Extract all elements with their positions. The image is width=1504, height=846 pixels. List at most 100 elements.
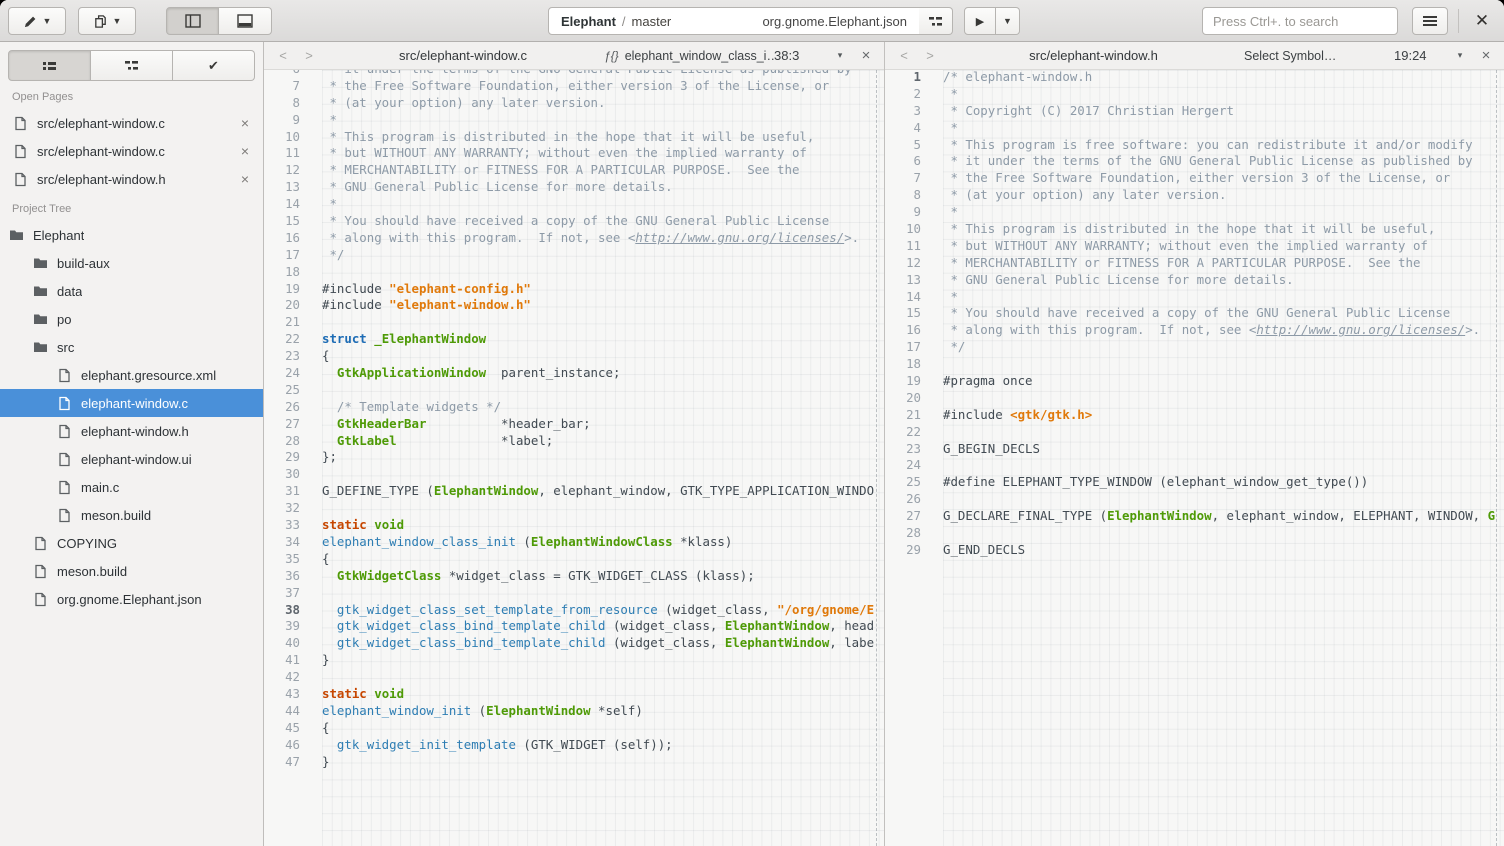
run-options-button[interactable]: ▼ bbox=[996, 7, 1020, 35]
source-editor[interactable]: 6 * it under the terms of the GNU Genera… bbox=[264, 70, 884, 846]
code-line[interactable]: 7 * the Free Software Foundation, either… bbox=[264, 78, 884, 95]
code-line[interactable]: 11 * but WITHOUT ANY WARRANTY; without e… bbox=[885, 238, 1504, 255]
sidebar-tab-build[interactable] bbox=[91, 50, 173, 81]
code-line[interactable]: 3 * Copyright (C) 2017 Christian Hergert bbox=[885, 103, 1504, 120]
code-line[interactable]: 2 * bbox=[885, 86, 1504, 103]
code-line[interactable]: 25 bbox=[264, 382, 884, 399]
code-line[interactable]: 36 GtkWidgetClass *widget_class = GTK_WI… bbox=[264, 568, 884, 585]
tree-item[interactable]: meson.build bbox=[0, 501, 263, 529]
code-line[interactable]: 43static void bbox=[264, 686, 884, 703]
nav-back-button[interactable]: < bbox=[270, 48, 296, 63]
code-line[interactable]: 12 * MERCHANTABILITY or FITNESS FOR A PA… bbox=[264, 162, 884, 179]
code-line[interactable]: 13 * GNU General Public License for more… bbox=[885, 272, 1504, 289]
code-line[interactable]: 13 * GNU General Public License for more… bbox=[264, 179, 884, 196]
code-line[interactable]: 8 * (at your option) any later version. bbox=[264, 95, 884, 112]
toggle-left-panel-button[interactable] bbox=[166, 7, 219, 35]
code-line[interactable]: 14 * bbox=[264, 196, 884, 213]
code-line[interactable]: 46 gtk_widget_init_template (GTK_WIDGET … bbox=[264, 737, 884, 754]
pane-options-button[interactable]: ▾ bbox=[1446, 50, 1474, 61]
code-line[interactable]: 9 * bbox=[264, 112, 884, 129]
code-line[interactable]: 30 bbox=[264, 466, 884, 483]
code-line[interactable]: 23{ bbox=[264, 348, 884, 365]
run-button[interactable]: ▶ bbox=[964, 7, 996, 35]
code-line[interactable]: 28 bbox=[885, 525, 1504, 542]
code-line[interactable]: 40 gtk_widget_class_bind_template_child … bbox=[264, 635, 884, 652]
code-line[interactable]: 6 * it under the terms of the GNU Genera… bbox=[264, 70, 884, 78]
code-line[interactable]: 38 gtk_widget_class_set_template_from_re… bbox=[264, 602, 884, 619]
code-line[interactable]: 14 * bbox=[885, 289, 1504, 306]
symbol-selector-button[interactable]: Select Symbol… bbox=[1244, 49, 1394, 63]
code-line[interactable]: 33static void bbox=[264, 517, 884, 534]
code-line[interactable]: 18 bbox=[885, 356, 1504, 373]
code-line[interactable]: 34elephant_window_class_init (ElephantWi… bbox=[264, 534, 884, 551]
tree-item[interactable]: main.c bbox=[0, 473, 263, 501]
tree-item[interactable]: elephant-window.ui bbox=[0, 445, 263, 473]
code-line[interactable]: 10 * This program is distributed in the … bbox=[885, 221, 1504, 238]
code-line[interactable]: 11 * but WITHOUT ANY WARRANTY; without e… bbox=[264, 145, 884, 162]
code-line[interactable]: 35{ bbox=[264, 551, 884, 568]
omnibar[interactable]: Elephant / master org.gnome.Elephant.jso… bbox=[548, 7, 920, 35]
code-line[interactable]: 9 * bbox=[885, 204, 1504, 221]
tree-item[interactable]: org.gnome.Elephant.json bbox=[0, 585, 263, 613]
window-close-button[interactable]: ✕ bbox=[1468, 8, 1496, 34]
code-line[interactable]: 16 * along with this program. If not, se… bbox=[885, 322, 1504, 339]
code-line[interactable]: 5 * This program is free software: you c… bbox=[885, 137, 1504, 154]
code-line[interactable]: 42 bbox=[264, 669, 884, 686]
code-line[interactable]: 1/* elephant-window.h bbox=[885, 70, 1504, 86]
build-preferences-button[interactable] bbox=[919, 7, 953, 35]
code-line[interactable]: 28 GtkLabel *label; bbox=[264, 433, 884, 450]
symbol-selector-button[interactable]: ƒ{} elephant_window_class_i… bbox=[604, 49, 774, 63]
open-page-item[interactable]: src/elephant-window.c× bbox=[0, 137, 263, 165]
code-line[interactable]: 17 */ bbox=[885, 339, 1504, 356]
code-line[interactable]: 29}; bbox=[264, 449, 884, 466]
code-line[interactable]: 19#include "elephant-config.h" bbox=[264, 281, 884, 298]
code-line[interactable]: 15 * You should have received a copy of … bbox=[885, 305, 1504, 322]
code-line[interactable]: 16 * along with this program. If not, se… bbox=[264, 230, 884, 247]
nav-forward-button[interactable]: > bbox=[917, 48, 943, 63]
code-line[interactable]: 21 bbox=[264, 314, 884, 331]
code-line[interactable]: 32 bbox=[264, 500, 884, 517]
code-line[interactable]: 12 * MERCHANTABILITY or FITNESS FOR A PA… bbox=[885, 255, 1504, 272]
code-line[interactable]: 10 * This program is distributed in the … bbox=[264, 129, 884, 146]
tree-item[interactable]: src bbox=[0, 333, 263, 361]
code-line[interactable]: 4 * bbox=[885, 120, 1504, 137]
code-line[interactable]: 44elephant_window_init (ElephantWindow *… bbox=[264, 703, 884, 720]
perspective-button[interactable]: ▼ bbox=[8, 7, 66, 35]
code-line[interactable]: 26 bbox=[885, 491, 1504, 508]
pane-close-button[interactable]: × bbox=[854, 47, 878, 64]
toggle-bottom-panel-button[interactable] bbox=[219, 7, 272, 35]
pane-close-button[interactable]: × bbox=[1474, 47, 1498, 64]
menu-button[interactable] bbox=[1412, 7, 1448, 35]
close-page-button[interactable]: × bbox=[235, 115, 255, 131]
tree-item[interactable]: meson.build bbox=[0, 557, 263, 585]
pane-options-button[interactable]: ▾ bbox=[826, 50, 854, 61]
code-line[interactable]: 39 gtk_widget_class_bind_template_child … bbox=[264, 618, 884, 635]
code-line[interactable]: 45{ bbox=[264, 720, 884, 737]
code-line[interactable]: 24 bbox=[885, 457, 1504, 474]
tree-item[interactable]: build-aux bbox=[0, 249, 263, 277]
code-line[interactable]: 29G_END_DECLS bbox=[885, 542, 1504, 559]
sidebar-tab-tasks[interactable]: ✔ bbox=[173, 50, 255, 81]
search-input[interactable]: Press Ctrl+. to search bbox=[1202, 7, 1398, 35]
code-line[interactable]: 24 GtkApplicationWindow parent_instance; bbox=[264, 365, 884, 382]
code-line[interactable]: 27G_DECLARE_FINAL_TYPE (ElephantWindow, … bbox=[885, 508, 1504, 525]
code-line[interactable]: 8 * (at your option) any later version. bbox=[885, 187, 1504, 204]
open-page-item[interactable]: src/elephant-window.c× bbox=[0, 109, 263, 137]
close-page-button[interactable]: × bbox=[235, 143, 255, 159]
tree-item[interactable]: COPYING bbox=[0, 529, 263, 557]
tree-item[interactable]: data bbox=[0, 277, 263, 305]
tree-item[interactable]: po bbox=[0, 305, 263, 333]
nav-back-button[interactable]: < bbox=[891, 48, 917, 63]
code-line[interactable]: 22 bbox=[885, 424, 1504, 441]
code-line[interactable]: 15 * You should have received a copy of … bbox=[264, 213, 884, 230]
tree-item[interactable]: elephant-window.h bbox=[0, 417, 263, 445]
code-line[interactable]: 47} bbox=[264, 754, 884, 771]
open-document-button[interactable]: ▼ bbox=[78, 7, 136, 35]
code-line[interactable]: 37 bbox=[264, 585, 884, 602]
tree-item[interactable]: elephant-window.c bbox=[0, 389, 263, 417]
code-line[interactable]: 22struct _ElephantWindow bbox=[264, 331, 884, 348]
code-line[interactable]: 20 bbox=[885, 390, 1504, 407]
code-line[interactable]: 17 */ bbox=[264, 247, 884, 264]
code-line[interactable]: 6 * it under the terms of the GNU Genera… bbox=[885, 153, 1504, 170]
code-line[interactable]: 31G_DEFINE_TYPE (ElephantWindow, elephan… bbox=[264, 483, 884, 500]
